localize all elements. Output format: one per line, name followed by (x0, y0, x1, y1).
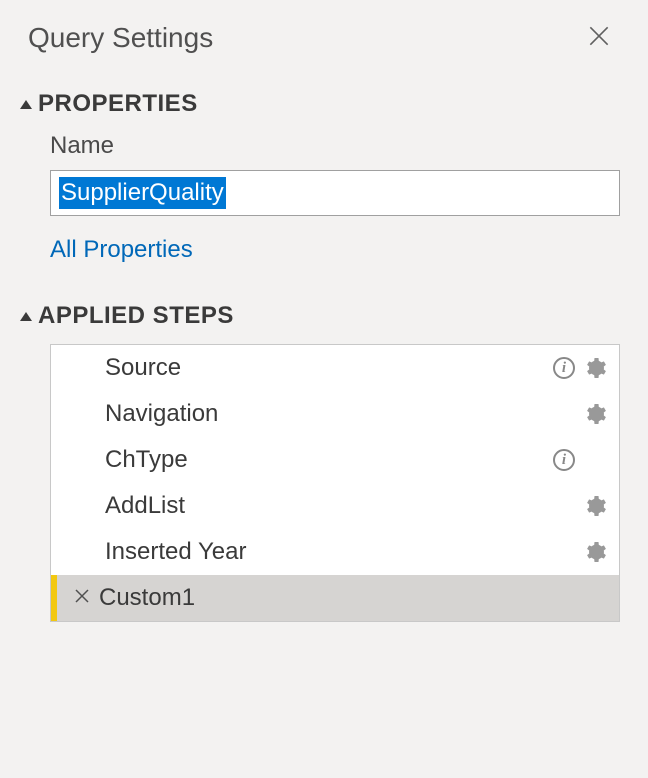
step-label: ChType (105, 446, 553, 474)
step-icons (583, 494, 607, 518)
step-label: AddList (105, 492, 583, 520)
query-settings-panel: Query Settings PROPERTIES Name SupplierQ… (0, 0, 648, 678)
applied-steps-section-title: APPLIED STEPS (38, 302, 234, 330)
applied-steps-section-header[interactable]: APPLIED STEPS (28, 302, 620, 330)
name-input-value: SupplierQuality (59, 177, 226, 209)
step-label: Custom1 (99, 584, 607, 612)
step-label: Navigation (105, 400, 583, 428)
step-row[interactable]: Inserted Year (51, 529, 619, 575)
all-properties-link[interactable]: All Properties (50, 236, 620, 264)
step-icons (583, 540, 607, 564)
accent-bar (51, 575, 57, 621)
info-icon[interactable]: i (553, 357, 575, 379)
gear-icon[interactable] (583, 494, 607, 518)
delete-step-icon[interactable] (73, 587, 91, 609)
step-icons: i (553, 448, 607, 472)
properties-section-header[interactable]: PROPERTIES (28, 90, 620, 118)
steps-list: Source i Navigation ChType (50, 344, 620, 622)
step-row[interactable]: Source i (51, 345, 619, 391)
collapse-icon (20, 312, 32, 321)
step-row[interactable]: Navigation (51, 391, 619, 437)
name-input-wrapper: SupplierQuality (50, 170, 620, 216)
applied-steps-section: APPLIED STEPS Source i Navigation (28, 302, 620, 622)
panel-header: Query Settings (28, 18, 620, 58)
info-icon[interactable]: i (553, 449, 575, 471)
gear-icon[interactable] (583, 356, 607, 380)
step-icons: i (553, 356, 607, 380)
properties-section-title: PROPERTIES (38, 90, 198, 118)
gear-icon[interactable] (583, 402, 607, 426)
collapse-icon (20, 100, 32, 109)
properties-section: PROPERTIES Name SupplierQuality All Prop… (28, 90, 620, 264)
name-label: Name (50, 132, 620, 160)
close-button[interactable] (578, 18, 620, 58)
step-label: Inserted Year (105, 538, 583, 566)
step-label: Source (105, 354, 553, 382)
step-row-selected[interactable]: Custom1 (51, 575, 619, 621)
name-input[interactable]: SupplierQuality (50, 170, 620, 216)
close-icon (586, 23, 612, 49)
panel-title: Query Settings (28, 22, 213, 54)
step-icons (583, 402, 607, 426)
step-row[interactable]: ChType i (51, 437, 619, 483)
gear-icon[interactable] (583, 540, 607, 564)
step-row[interactable]: AddList (51, 483, 619, 529)
